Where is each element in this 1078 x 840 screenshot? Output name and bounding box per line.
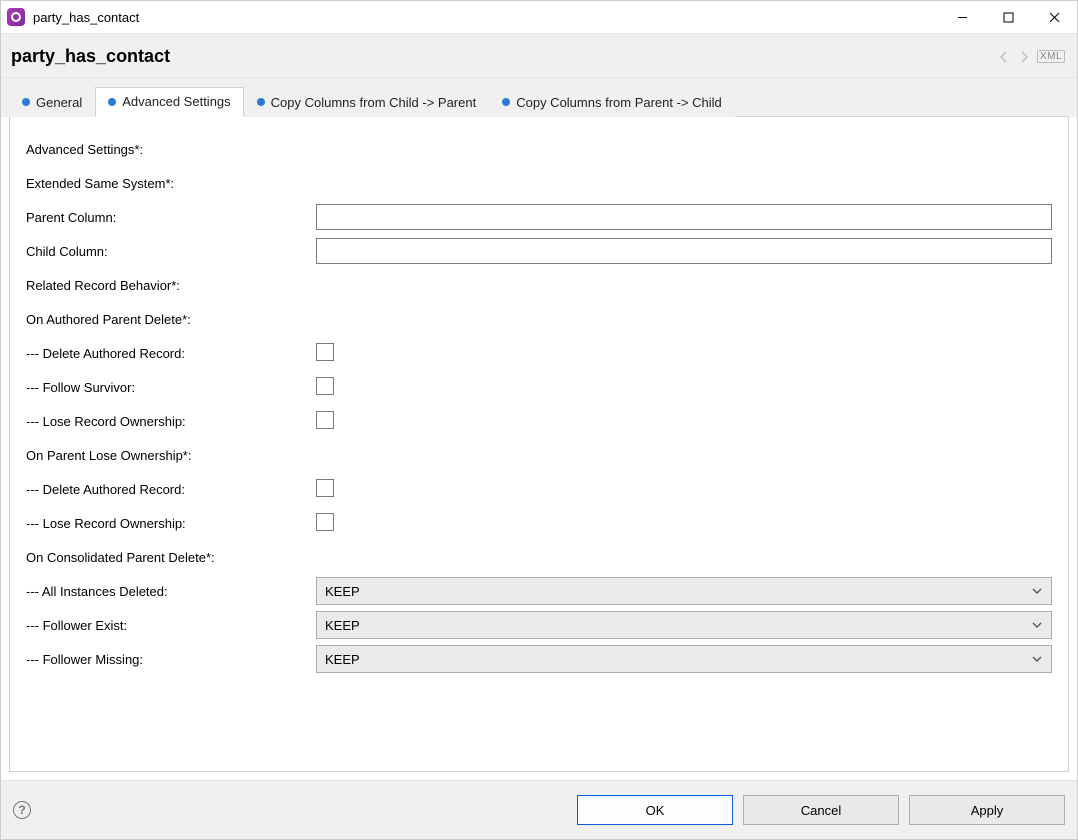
tab-general[interactable]: General <box>9 87 95 117</box>
titlebar: party_has_contact <box>1 1 1077 33</box>
window-controls <box>939 1 1077 33</box>
label-on-authored-parent-delete: On Authored Parent Delete*: <box>26 312 316 327</box>
tab-label: Copy Columns from Parent -> Child <box>516 95 722 110</box>
row-on-authored-parent-delete: On Authored Parent Delete*: <box>26 305 1052 333</box>
cancel-button[interactable]: Cancel <box>743 795 899 825</box>
nav-forward-icon[interactable] <box>1017 50 1031 64</box>
tab-label: Copy Columns from Child -> Parent <box>271 95 477 110</box>
label-lose-record-ownership-2: --- Lose Record Ownership: <box>26 516 316 531</box>
label-all-instances-deleted: --- All Instances Deleted: <box>26 584 316 599</box>
footer-buttons: OK Cancel Apply <box>577 795 1065 825</box>
row-follow-survivor: --- Follow Survivor: <box>26 373 1052 401</box>
tabs-container: General Advanced Settings Copy Columns f… <box>1 78 1077 117</box>
xml-badge[interactable]: XML <box>1037 50 1065 63</box>
row-delete-authored-record-1: --- Delete Authored Record: <box>26 339 1052 367</box>
select-all-instances-deleted[interactable]: KEEP <box>316 577 1052 605</box>
label-follower-missing: --- Follower Missing: <box>26 652 316 667</box>
label-delete-authored-record-2: --- Delete Authored Record: <box>26 482 316 497</box>
row-lose-record-ownership-2: --- Lose Record Ownership: <box>26 509 1052 537</box>
parent-column-input[interactable] <box>316 204 1052 230</box>
ok-button[interactable]: OK <box>577 795 733 825</box>
row-on-consolidated-parent-delete: On Consolidated Parent Delete*: <box>26 543 1052 571</box>
row-advanced-settings: Advanced Settings*: <box>26 135 1052 163</box>
minimize-button[interactable] <box>939 1 985 33</box>
tabs: General Advanced Settings Copy Columns f… <box>9 86 1069 117</box>
close-button[interactable] <box>1031 1 1077 33</box>
label-related-record-behavior: Related Record Behavior*: <box>26 278 316 293</box>
apply-button[interactable]: Apply <box>909 795 1065 825</box>
maximize-button[interactable] <box>985 1 1031 33</box>
checkbox-delete-authored-record-1[interactable] <box>316 343 334 361</box>
row-all-instances-deleted: --- All Instances Deleted: KEEP <box>26 577 1052 605</box>
minimize-icon <box>957 12 968 23</box>
header-actions: XML <box>997 50 1065 64</box>
label-on-parent-lose-ownership: On Parent Lose Ownership*: <box>26 448 316 463</box>
row-on-parent-lose-ownership: On Parent Lose Ownership*: <box>26 441 1052 469</box>
label-follower-exist: --- Follower Exist: <box>26 618 316 633</box>
row-delete-authored-record-2: --- Delete Authored Record: <box>26 475 1052 503</box>
row-extended-same-system: Extended Same System*: <box>26 169 1052 197</box>
label-delete-authored-record-1: --- Delete Authored Record: <box>26 346 316 361</box>
tab-label: General <box>36 95 82 110</box>
tab-copy-child-to-parent[interactable]: Copy Columns from Child -> Parent <box>244 87 490 117</box>
label-parent-column: Parent Column: <box>26 210 316 225</box>
footer: ? OK Cancel Apply <box>1 780 1077 839</box>
label-child-column: Child Column: <box>26 244 316 259</box>
checkbox-lose-record-ownership-1[interactable] <box>316 411 334 429</box>
help-button[interactable]: ? <box>13 801 31 819</box>
label-on-consolidated-parent-delete: On Consolidated Parent Delete*: <box>26 550 316 565</box>
select-value: KEEP <box>325 652 360 667</box>
child-column-input[interactable] <box>316 238 1052 264</box>
checkbox-lose-record-ownership-2[interactable] <box>316 513 334 531</box>
select-value: KEEP <box>325 618 360 633</box>
bullet-icon <box>22 98 30 106</box>
tab-label: Advanced Settings <box>122 94 230 109</box>
row-follower-exist: --- Follower Exist: KEEP <box>26 611 1052 639</box>
tab-content-advanced: Advanced Settings*: Extended Same System… <box>9 117 1069 772</box>
label-follow-survivor: --- Follow Survivor: <box>26 380 316 395</box>
label-lose-record-ownership-1: --- Lose Record Ownership: <box>26 414 316 429</box>
select-follower-exist[interactable]: KEEP <box>316 611 1052 639</box>
row-follower-missing: --- Follower Missing: KEEP <box>26 645 1052 673</box>
help-icon: ? <box>18 803 25 817</box>
row-related-record-behavior: Related Record Behavior*: <box>26 271 1052 299</box>
row-parent-column: Parent Column: <box>26 203 1052 231</box>
select-value: KEEP <box>325 584 360 599</box>
dialog-window: party_has_contact party_has_contact XML <box>0 0 1078 840</box>
header: party_has_contact XML <box>1 33 1077 78</box>
checkbox-follow-survivor[interactable] <box>316 377 334 395</box>
chevron-down-icon <box>1031 653 1043 665</box>
window-title: party_has_contact <box>33 10 139 25</box>
bullet-icon <box>108 98 116 106</box>
bullet-icon <box>257 98 265 106</box>
bullet-icon <box>502 98 510 106</box>
checkbox-delete-authored-record-2[interactable] <box>316 479 334 497</box>
close-icon <box>1049 12 1060 23</box>
label-advanced-settings: Advanced Settings*: <box>26 142 316 157</box>
select-follower-missing[interactable]: KEEP <box>316 645 1052 673</box>
tab-copy-parent-to-child[interactable]: Copy Columns from Parent -> Child <box>489 87 735 117</box>
row-child-column: Child Column: <box>26 237 1052 265</box>
row-lose-record-ownership-1: --- Lose Record Ownership: <box>26 407 1052 435</box>
maximize-icon <box>1003 12 1014 23</box>
label-extended-same-system: Extended Same System*: <box>26 176 316 191</box>
chevron-down-icon <box>1031 585 1043 597</box>
chevron-down-icon <box>1031 619 1043 631</box>
page-title: party_has_contact <box>11 46 170 67</box>
tab-advanced-settings[interactable]: Advanced Settings <box>95 87 243 117</box>
nav-back-icon[interactable] <box>997 50 1011 64</box>
app-icon <box>7 8 25 26</box>
